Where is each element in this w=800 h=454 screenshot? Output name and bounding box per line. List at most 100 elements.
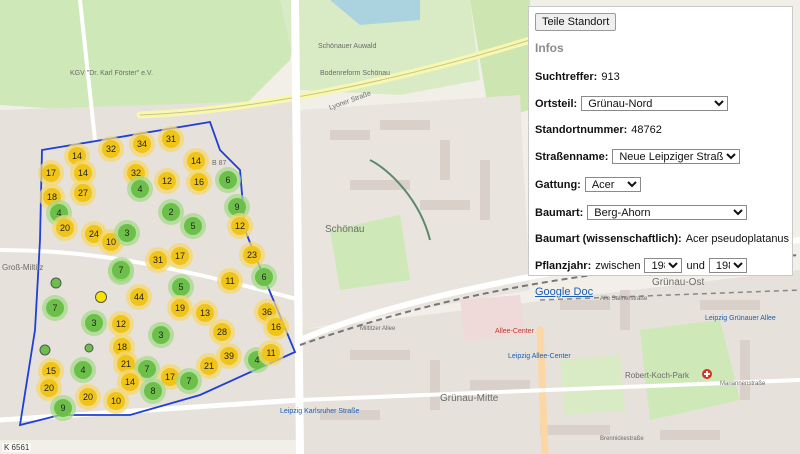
google-doc-link[interactable]: Google Doc xyxy=(535,286,593,298)
genus-select[interactable]: Acer xyxy=(584,177,641,192)
year-and-text: und xyxy=(686,259,705,272)
tree-cluster-marker[interactable]: 27 xyxy=(70,180,96,206)
cluster-count: 44 xyxy=(134,292,144,302)
cluster-count: 23 xyxy=(247,250,257,260)
tree-cluster-marker[interactable]: 44 xyxy=(126,284,152,310)
label-bodenreform: Bodenreform Schönau xyxy=(320,70,390,77)
tree-cluster-marker[interactable]: 17 xyxy=(167,243,193,269)
tree-cluster-marker[interactable]: 31 xyxy=(145,247,171,273)
cluster-count: 4 xyxy=(80,365,85,375)
tree-cluster-marker[interactable]: 3 xyxy=(81,310,107,336)
tree-cluster-marker[interactable]: 23 xyxy=(239,242,265,268)
label-allee-center: Allee-Center xyxy=(495,328,535,335)
scale-label: K 6561 xyxy=(2,443,32,452)
cluster-count: 6 xyxy=(261,272,266,282)
tree-cluster-marker[interactable]: 28 xyxy=(209,319,235,345)
cluster-count: 8 xyxy=(150,386,155,396)
tree-cluster-marker[interactable]: 7 xyxy=(108,257,134,283)
tree-marker-single[interactable] xyxy=(39,344,51,356)
tree-cluster-marker[interactable]: 32 xyxy=(98,136,124,162)
cluster-count: 10 xyxy=(111,396,121,406)
tree-cluster-marker[interactable]: 34 xyxy=(129,131,155,157)
label-lpz-gruenauer-allee: Leipzig Grünauer Allee xyxy=(705,315,776,322)
cluster-count: 20 xyxy=(44,383,54,393)
cluster-count: 7 xyxy=(52,303,57,313)
cluster-count: 34 xyxy=(137,139,147,149)
results-value: 913 xyxy=(601,71,620,83)
tree-cluster-marker[interactable]: 16 xyxy=(186,169,212,195)
street-row: Straßenname: Neue Leipziger Straße xyxy=(535,149,786,164)
label-schoenau: Schönau xyxy=(325,224,364,235)
tree-cluster-marker[interactable]: 20 xyxy=(75,384,101,410)
tree-cluster-marker[interactable]: 6 xyxy=(215,167,241,193)
tree-cluster-marker[interactable]: 10 xyxy=(103,388,129,414)
label-b87: B 87 xyxy=(212,160,227,167)
tree-marker-selected[interactable] xyxy=(95,291,107,303)
tree-cluster-marker[interactable]: 3 xyxy=(114,220,140,246)
label-schoenauer-auwald: Schönauer Auwald xyxy=(318,43,376,50)
tree-cluster-marker[interactable]: 11 xyxy=(258,340,284,366)
tree-cluster-marker[interactable]: 31 xyxy=(158,126,184,152)
tree-cluster-marker[interactable]: 5 xyxy=(180,213,206,239)
cluster-count: 32 xyxy=(106,144,116,154)
label-robert-koch-park: Robert-Koch-Park xyxy=(625,371,690,380)
tree-cluster-marker[interactable]: 3 xyxy=(148,322,174,348)
tree-cluster-marker[interactable]: 7 xyxy=(42,295,68,321)
species-label: Baumart: xyxy=(535,206,584,219)
tree-cluster-marker[interactable]: 16 xyxy=(263,314,289,340)
cluster-count: 13 xyxy=(200,308,210,318)
cluster-count: 21 xyxy=(121,359,131,369)
year-to-select[interactable]: 1989 xyxy=(708,258,747,273)
share-location-button[interactable]: Teile Standort xyxy=(535,13,617,31)
tree-cluster-marker[interactable]: 4 xyxy=(70,357,96,383)
info-panel: Teile Standort Infos Suchtreffer: 913 Or… xyxy=(528,6,793,298)
tree-cluster-marker[interactable]: 12 xyxy=(227,213,253,239)
cluster-count: 11 xyxy=(225,276,234,286)
tree-cluster-marker[interactable]: 12 xyxy=(154,168,180,194)
tree-cluster-marker[interactable]: 9 xyxy=(50,395,76,421)
cluster-count: 11 xyxy=(266,348,275,358)
cluster-count: 18 xyxy=(117,342,127,352)
cluster-count: 27 xyxy=(78,188,88,198)
cluster-count: 9 xyxy=(234,202,239,212)
year-between-text: zwischen xyxy=(595,259,641,272)
tree-cluster-marker[interactable]: 2 xyxy=(158,199,184,225)
cluster-count: 12 xyxy=(116,319,126,329)
cluster-count: 19 xyxy=(175,303,185,313)
park-gruenau-mitte xyxy=(560,355,625,415)
cluster-count: 7 xyxy=(118,265,123,275)
tree-cluster-marker[interactable]: 12 xyxy=(108,311,134,337)
year-from-select[interactable]: 1989 xyxy=(644,258,683,273)
tree-cluster-marker[interactable]: 20 xyxy=(52,215,78,241)
scientific-value: Acer pseudoplatanus xyxy=(685,233,790,245)
tree-cluster-marker[interactable]: 11 xyxy=(217,268,243,294)
tree-cluster-marker[interactable]: 19 xyxy=(167,295,193,321)
cluster-count: 20 xyxy=(60,223,70,233)
cluster-count: 14 xyxy=(125,377,135,387)
tree-cluster-marker[interactable]: 8 xyxy=(140,378,166,404)
cluster-count: 14 xyxy=(78,168,88,178)
street-select[interactable]: Neue Leipziger Straße xyxy=(612,149,741,164)
cluster-count: 3 xyxy=(158,330,163,340)
cluster-count: 7 xyxy=(186,376,191,386)
cluster-count: 17 xyxy=(46,168,56,178)
tree-cluster-marker[interactable]: 6 xyxy=(251,264,277,290)
tree-marker-single[interactable] xyxy=(50,277,62,289)
tree-cluster-marker[interactable]: 7 xyxy=(176,368,202,394)
cluster-count: 16 xyxy=(194,177,204,187)
genus-row: Gattung: Acer xyxy=(535,177,786,192)
tree-cluster-marker[interactable]: 17 xyxy=(38,160,64,186)
tree-cluster-marker[interactable]: 4 xyxy=(127,176,153,202)
cluster-count: 17 xyxy=(165,372,175,382)
cluster-count: 4 xyxy=(137,184,142,194)
district-row: Ortsteil: Grünau-Nord xyxy=(535,96,786,111)
tree-marker-single[interactable] xyxy=(84,343,94,353)
cluster-count: 9 xyxy=(60,403,65,413)
district-select[interactable]: Grünau-Nord xyxy=(581,96,729,111)
street-label: Straßenname: xyxy=(535,150,609,163)
cluster-count: 31 xyxy=(166,134,176,144)
species-select[interactable]: Berg-Ahorn xyxy=(587,205,748,220)
location-value: 48762 xyxy=(631,124,662,136)
label-gross-miltitz: Groß-Miltitz xyxy=(2,263,43,272)
results-row: Suchtreffer: 913 xyxy=(535,71,786,83)
